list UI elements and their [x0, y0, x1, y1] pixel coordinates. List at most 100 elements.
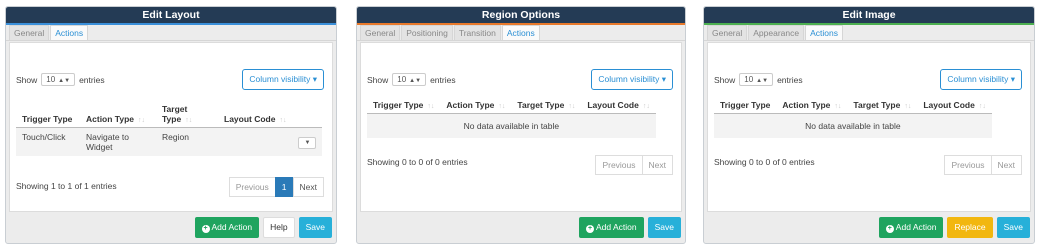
- sort-icon: ↑↓: [904, 103, 912, 110]
- page-length-select[interactable]: 10 ▲▼: [392, 73, 427, 86]
- pagination: Previous Next: [944, 155, 1022, 175]
- chevron-updown-icon: ▲▼: [58, 78, 71, 84]
- pager-previous[interactable]: Previous: [228, 177, 276, 197]
- caret-down-icon: ▾: [661, 74, 666, 84]
- column-header-action-type[interactable]: Action Type ↑↓: [440, 97, 512, 114]
- panel-footer: + Add Action Replace Save: [878, 217, 1030, 238]
- add-action-label: Add Action: [211, 222, 253, 232]
- pager-next[interactable]: Next: [990, 155, 1022, 175]
- save-button[interactable]: Save: [298, 217, 332, 238]
- table-header-row: Trigger Type Action Type ↑↓ Target Type ↑↓…: [714, 97, 992, 114]
- cell-target-type: Region: [156, 127, 218, 156]
- add-action-button[interactable]: + Add Action: [194, 217, 260, 238]
- column-visibility-button[interactable]: Column visibility ▾: [940, 69, 1022, 90]
- pager-page-1[interactable]: 1: [274, 177, 294, 197]
- sort-icon: ↑↓: [642, 103, 650, 110]
- sort-icon: ↑↓: [978, 103, 986, 110]
- pager-next[interactable]: Next: [292, 177, 324, 197]
- column-header-trigger-type[interactable]: Trigger Type: [16, 101, 80, 128]
- replace-button[interactable]: Replace: [947, 217, 993, 238]
- empty-table-message: No data available in table: [714, 113, 992, 138]
- help-button[interactable]: Help: [263, 217, 295, 238]
- pager-previous[interactable]: Previous: [944, 155, 992, 175]
- add-action-button[interactable]: + Add Action: [878, 217, 944, 238]
- chevron-updown-icon: ▲▼: [409, 78, 422, 84]
- caret-down-icon: ▾: [1010, 74, 1015, 84]
- pager-next[interactable]: Next: [641, 155, 673, 175]
- sort-icon: ↑↓: [834, 103, 842, 110]
- page-length-select[interactable]: 10 ▲▼: [41, 73, 76, 86]
- column-header-layout-code[interactable]: Layout Code ↑↓: [218, 101, 293, 128]
- panel-footer: + Add Action Save: [578, 217, 681, 238]
- tab-appearance[interactable]: Appearance: [748, 25, 805, 40]
- column-label: Target Type: [517, 100, 565, 110]
- actions-table: Trigger Type ↑↓ Action Type ↑↓ Target Type…: [367, 97, 656, 138]
- page-length-value: 10: [397, 75, 407, 84]
- page-length-select[interactable]: 10 ▲▼: [739, 73, 774, 86]
- edit-image-panel: Edit Image General Appearance Actions Sh…: [703, 6, 1035, 244]
- table-info: Showing 0 to 0 of 0 entries: [714, 157, 815, 167]
- column-visibility-button[interactable]: Column visibility ▾: [242, 69, 324, 90]
- entries-label: entries: [777, 74, 803, 85]
- cell-trigger-type: Touch/Click: [16, 127, 80, 156]
- sort-icon: ↑↓: [568, 103, 576, 110]
- actions-table: Trigger Type Action Type ↑↓ Target Type ↑↓…: [16, 101, 323, 156]
- page-length-control: Show 10 ▲▼ entries: [367, 73, 456, 86]
- column-header-action-type[interactable]: Action Type ↑↓: [80, 101, 156, 128]
- tab-positioning[interactable]: Positioning: [401, 25, 453, 40]
- column-header-target-type[interactable]: Target Type ↑↓: [847, 97, 918, 114]
- table-info: Showing 1 to 1 of 1 entries: [16, 181, 117, 191]
- table-header-row: Trigger Type Action Type ↑↓ Target Type ↑↓…: [16, 101, 323, 128]
- tab-general[interactable]: General: [360, 25, 401, 40]
- sort-icon: ↑↓: [498, 103, 506, 110]
- column-header-menu: [292, 101, 323, 128]
- plus-circle-icon: +: [201, 225, 210, 233]
- column-label: Action Type: [446, 100, 495, 110]
- column-label: Trigger Type: [373, 100, 424, 110]
- panel-title: Region Options: [357, 7, 685, 25]
- tab-actions[interactable]: Actions: [805, 25, 843, 40]
- column-visibility-button[interactable]: Column visibility ▾: [591, 69, 673, 90]
- page-length-value: 10: [744, 75, 754, 84]
- column-visibility-label: Column visibility: [249, 74, 311, 84]
- region-options-panel: Region Options General Positioning Trans…: [356, 6, 686, 244]
- column-header-trigger-type[interactable]: Trigger Type ↑↓: [367, 97, 441, 114]
- cell-row-menu: ▼: [292, 127, 323, 156]
- sort-icon: ↑↓: [279, 117, 287, 124]
- column-visibility-label: Column visibility: [598, 74, 660, 84]
- column-header-trigger-type[interactable]: Trigger Type: [714, 97, 777, 114]
- column-label: Target Type: [162, 104, 188, 124]
- table-info: Showing 0 to 0 of 0 entries: [367, 157, 468, 167]
- column-header-target-type[interactable]: Target Type ↑↓: [511, 97, 582, 114]
- column-label: Trigger Type: [720, 100, 771, 110]
- save-button[interactable]: Save: [647, 217, 681, 238]
- tab-actions[interactable]: Actions: [50, 25, 89, 40]
- edit-layout-panel: Edit Layout General Actions Show 10 ▲▼ en…: [5, 6, 337, 244]
- tab-general[interactable]: General: [9, 25, 50, 40]
- column-header-layout-code[interactable]: Layout Code ↑↓: [917, 97, 992, 114]
- column-header-action-type[interactable]: Action Type ↑↓: [776, 97, 848, 114]
- show-label: Show: [16, 74, 38, 85]
- cell-action-type: Navigate to Widget: [80, 127, 156, 156]
- add-action-button[interactable]: + Add Action: [578, 217, 644, 238]
- table-row[interactable]: Touch/Click Navigate to Widget Region ▼: [16, 127, 323, 156]
- tab-actions[interactable]: Actions: [501, 25, 540, 40]
- column-header-layout-code[interactable]: Layout Code ↑↓: [581, 97, 656, 114]
- tab-general[interactable]: General: [707, 25, 748, 40]
- tab-transition[interactable]: Transition: [453, 25, 501, 40]
- actions-table-container: Show 10 ▲▼ entries Column visibility ▾ Tr…: [9, 42, 333, 212]
- actions-table: Trigger Type Action Type ↑↓ Target Type ↑↓…: [714, 97, 992, 138]
- column-label: Target Type: [853, 100, 901, 110]
- tab-bar: General Appearance Actions: [704, 25, 1034, 41]
- row-menu-caret-icon[interactable]: ▼: [298, 136, 317, 149]
- empty-row: No data available in table: [367, 113, 656, 138]
- save-button[interactable]: Save: [996, 217, 1030, 238]
- sort-icon: ↑↓: [138, 117, 146, 124]
- column-label: Action Type: [86, 114, 135, 124]
- pager-previous[interactable]: Previous: [595, 155, 643, 175]
- tab-bar: General Positioning Transition Actions: [357, 25, 685, 41]
- pagination: Previous 1 Next: [228, 177, 324, 197]
- column-header-target-type[interactable]: Target Type ↑↓: [156, 101, 218, 128]
- tab-bar: General Actions: [6, 25, 336, 41]
- column-label: Trigger Type: [22, 114, 73, 124]
